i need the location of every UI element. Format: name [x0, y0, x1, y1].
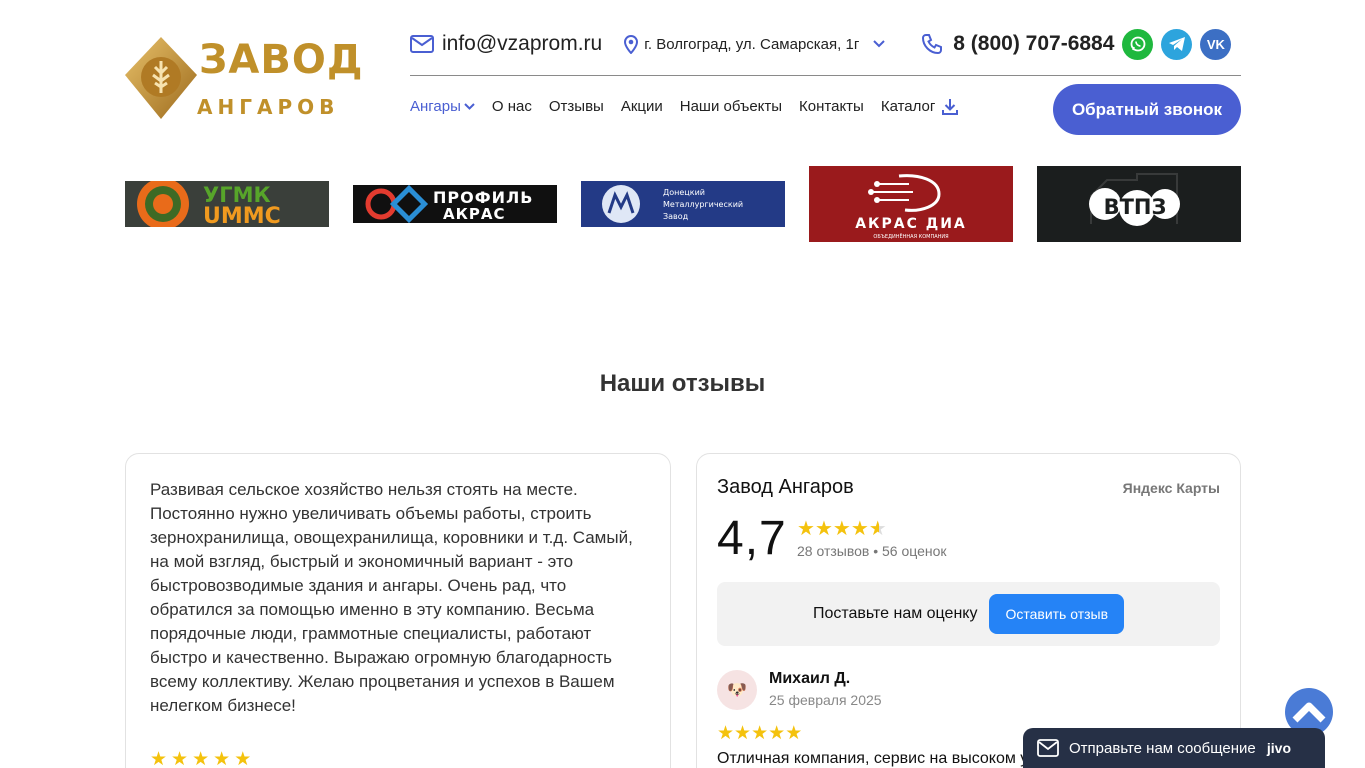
partner-logo-akras-dia: АКРАС ДИА ОБЪЕДИНЁННАЯ КОМПАНИЯ [809, 166, 1013, 242]
location-pin-icon [624, 34, 639, 54]
star-icon: ★ [192, 749, 214, 768]
download-icon [942, 99, 959, 115]
reviews-title: Наши отзывы [599, 370, 766, 397]
avatar: 🐶 [717, 670, 757, 710]
star-icon: ★ [171, 749, 193, 768]
star-icon: ★ [850, 518, 869, 540]
review-counts: 28 отзывов • 56 оценок [797, 543, 947, 559]
review-card: Развивая сельское хозяйство нельзя стоят… [125, 453, 671, 768]
partner-sub2: Завод [663, 212, 689, 221]
address-selector[interactable]: г. Волгоград, ул. Самарская, 1г [624, 34, 886, 54]
whatsapp-icon[interactable] [1122, 28, 1154, 60]
nav-item-contacts[interactable]: Контакты [799, 98, 864, 115]
callback-button[interactable]: Обратный звонок [1053, 84, 1241, 135]
review-text: Развивая сельское хозяйство нельзя стоят… [150, 480, 633, 715]
yandex-maps-brand[interactable]: Яндекс Карты [1123, 480, 1220, 496]
star-icon: ★ [832, 518, 851, 540]
partner-logo-dmz: Донецкий Металлургический Завод [581, 166, 785, 242]
nav-item-about[interactable]: О нас [492, 98, 532, 115]
site-logo[interactable]: ЗАВОД АНГАРОВ [125, 35, 365, 121]
review-stars: ★★★★★ [150, 748, 255, 768]
email-text: info@vzaprom.ru [442, 32, 603, 55]
rating-stars: ★★★★★ [797, 516, 887, 541]
nav-item-catalog[interactable]: Каталог [881, 98, 959, 115]
widget-company-name[interactable]: Завод Ангаров [717, 476, 854, 499]
star-icon: ★ [768, 723, 786, 744]
partner-name: Донецкий [663, 188, 705, 197]
partner-name: АКРАС ДИА [855, 216, 967, 232]
star-icon: ★ [734, 723, 752, 744]
mail-icon [1037, 739, 1059, 757]
logo-emblem-icon [125, 37, 197, 119]
chevron-down-icon [464, 103, 475, 110]
header-divider [410, 75, 1241, 76]
partner-name: ВТПЗ [1104, 195, 1167, 219]
chat-label: Отправьте нам сообщение [1069, 739, 1256, 757]
star-icon: ★ [814, 518, 833, 540]
telegram-icon[interactable] [1161, 28, 1193, 60]
partner-logo-ugmk: УГМК UMMC [125, 166, 329, 242]
nav-label: Каталог [880, 98, 936, 115]
phone-number: 8 (800) 707-6884 [953, 32, 1115, 55]
star-icon: ★ [234, 749, 256, 768]
partner-logo-vtpz: ВТПЗ [1037, 166, 1241, 242]
author-rating-stars: ★★★★★ [717, 722, 802, 745]
star-icon: ★ [150, 749, 172, 768]
nav-label: Ангары [410, 98, 461, 115]
akras-dia-logo: АКРАС ДИА ОБЪЕДИНЁННАЯ КОМПАНИЯ [809, 166, 1013, 242]
star-icon: ★ [751, 723, 769, 744]
phone-icon [922, 34, 943, 55]
partner-sub: Металлургический [663, 200, 743, 209]
address-text: г. Волгоград, ул. Самарская, 1г [644, 35, 860, 53]
half-star-icon: ★ [868, 518, 887, 540]
contact-bar: info@vzaprom.ru г. Волгоград, ул. Самарс… [410, 28, 1241, 60]
review-author: Михаил Д. [769, 670, 851, 687]
partner-sub: ОБЪЕДИНЁННАЯ КОМПАНИЯ [873, 233, 948, 240]
email-link[interactable]: info@vzaprom.ru [410, 32, 602, 56]
star-icon: ★ [213, 749, 235, 768]
star-icon: ★ [717, 723, 735, 744]
main-nav: Ангары О нас Отзывы Акции Наши объекты К… [410, 98, 959, 115]
chevron-down-icon [873, 40, 886, 48]
ugmk-logo: УГМК UMMC [125, 181, 329, 227]
rate-us-box: Поставьте нам оценку Оставить отзыв [717, 582, 1220, 646]
review-date: 25 февраля 2025 [769, 692, 882, 708]
nav-item-hangars[interactable]: Ангары [410, 98, 475, 115]
partner-sub: UMMC [203, 204, 281, 227]
overall-rating: 4,7 [717, 512, 787, 565]
nav-item-objects[interactable]: Наши объекты [680, 98, 782, 115]
profil-akras-logo: ПРОФИЛЬ АКРАС [353, 185, 557, 223]
star-icon: ★ [797, 518, 815, 540]
partner-logo-profil-akras: ПРОФИЛЬ АКРАС [353, 166, 557, 242]
mail-icon [410, 35, 434, 53]
nav-item-promotions[interactable]: Акции [621, 98, 663, 115]
nav-item-reviews[interactable]: Отзывы [549, 98, 604, 115]
jivo-brand: jivo [1266, 740, 1291, 756]
dmz-logo: Донецкий Металлургический Завод [581, 181, 785, 227]
chat-widget-button[interactable]: Отправьте нам сообщение jivo [1023, 728, 1325, 768]
star-icon: ★ [785, 723, 803, 744]
phone-link[interactable]: 8 (800) 707-6884 [921, 32, 1114, 56]
yandex-reviews-widget: Завод Ангаров Яндекс Карты 4,7 ★★★★★ 28 … [696, 453, 1241, 768]
partner-sub: АКРАС [443, 205, 505, 223]
leave-review-button[interactable]: Оставить отзыв [989, 594, 1125, 634]
vk-icon[interactable]: VK [1200, 28, 1232, 60]
logo-subtitle: АНГАРОВ [197, 95, 340, 119]
rate-us-prompt: Поставьте нам оценку [812, 605, 978, 622]
author-review-text: Отличная компания, сервис на высоком у [717, 750, 1029, 767]
logo-title: ЗАВОД [199, 37, 364, 83]
vtpz-logo: ВТПЗ [1037, 166, 1241, 242]
chevron-up-icon [1292, 702, 1326, 723]
